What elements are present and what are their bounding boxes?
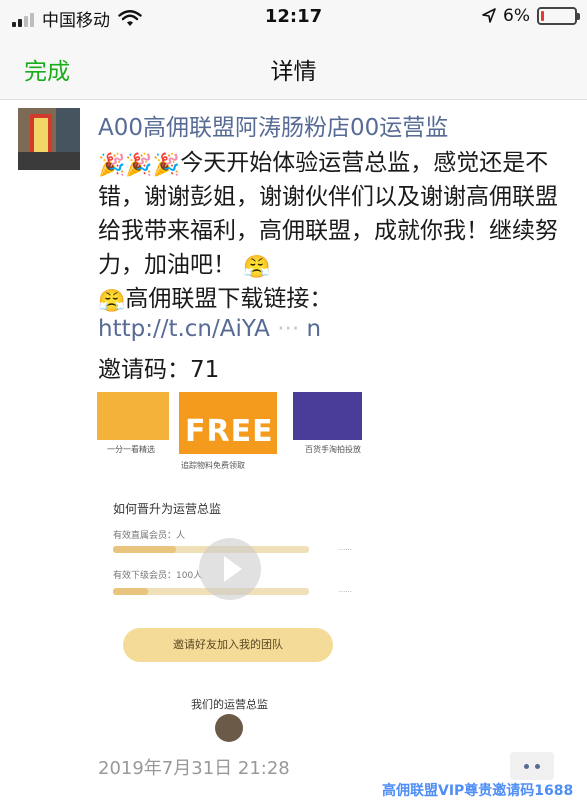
free-label: FREE bbox=[185, 414, 274, 449]
video-tail-1: ······ bbox=[338, 546, 352, 554]
video-left-caption: 一分一看精选 bbox=[107, 445, 155, 454]
invite-code: 邀请码：71 bbox=[98, 350, 219, 384]
invite-friends-button: 邀请好友加入我的团队 bbox=[123, 628, 333, 662]
video-heading: 如何晋升为运营总监 bbox=[113, 502, 222, 516]
post-text: 🎉🎉🎉今天开始体验运营总监，感觉还是不错，谢谢彭姐，谢谢伙伴们以及谢谢高佣联盟给… bbox=[98, 146, 570, 316]
more-options-button[interactable] bbox=[510, 752, 554, 780]
nav-bar: 完成 详情 bbox=[0, 36, 587, 100]
video-mid-caption: 追踪物料免费领取 bbox=[181, 461, 245, 470]
party-popper-icon: 🎉 bbox=[125, 153, 153, 178]
post-text-line2: 高佣联盟下载链接： bbox=[125, 286, 333, 312]
party-popper-icon: 🎉 bbox=[98, 153, 126, 178]
battery-percent: 6% bbox=[503, 6, 530, 26]
status-right: 6% bbox=[482, 6, 580, 26]
party-popper-icon: 🎉 bbox=[152, 153, 181, 178]
video-right-caption: 百货手淘拍投放 bbox=[305, 445, 361, 454]
video-photo bbox=[215, 714, 243, 742]
page-title: 详情 bbox=[270, 59, 317, 85]
video-footer: 我们的运营总监 bbox=[191, 698, 268, 711]
video-tail-2: ······ bbox=[338, 588, 352, 596]
strong-face-icon: 😤 bbox=[98, 289, 126, 314]
video-row-2: 有效下级会员：100人 bbox=[113, 571, 203, 581]
dot-icon bbox=[535, 764, 540, 769]
download-link-text: http://t.cn/AiYA bbox=[98, 316, 270, 342]
author-name[interactable]: A00高佣联盟阿涛肠粉店00运营监 bbox=[98, 108, 448, 142]
download-link-tail: n bbox=[306, 316, 322, 342]
location-icon bbox=[482, 8, 496, 23]
invite-value: 71 bbox=[190, 357, 220, 383]
avatar[interactable] bbox=[18, 108, 80, 170]
invite-label: 邀请码： bbox=[98, 357, 190, 383]
watermark: 高佣联盟VIP尊贵邀请码1688 bbox=[382, 783, 574, 799]
play-icon[interactable] bbox=[199, 538, 261, 600]
battery-icon bbox=[537, 7, 580, 25]
video-thumbnail[interactable]: FREE 一分一看精选 百货手淘拍投放 追踪物料免费领取 如何晋升为运营总监 有… bbox=[97, 392, 362, 742]
download-link[interactable]: http://t.cn/AiYA ··· n bbox=[98, 316, 321, 342]
post-timestamp: 2019年7月31日 21:28 bbox=[98, 758, 290, 779]
video-row-1: 有效直属会员：人 bbox=[113, 531, 186, 541]
dot-icon bbox=[524, 764, 529, 769]
strong-face-icon: 😤 bbox=[243, 255, 271, 280]
status-bar: 中国移动 12:17 6% bbox=[0, 0, 587, 36]
